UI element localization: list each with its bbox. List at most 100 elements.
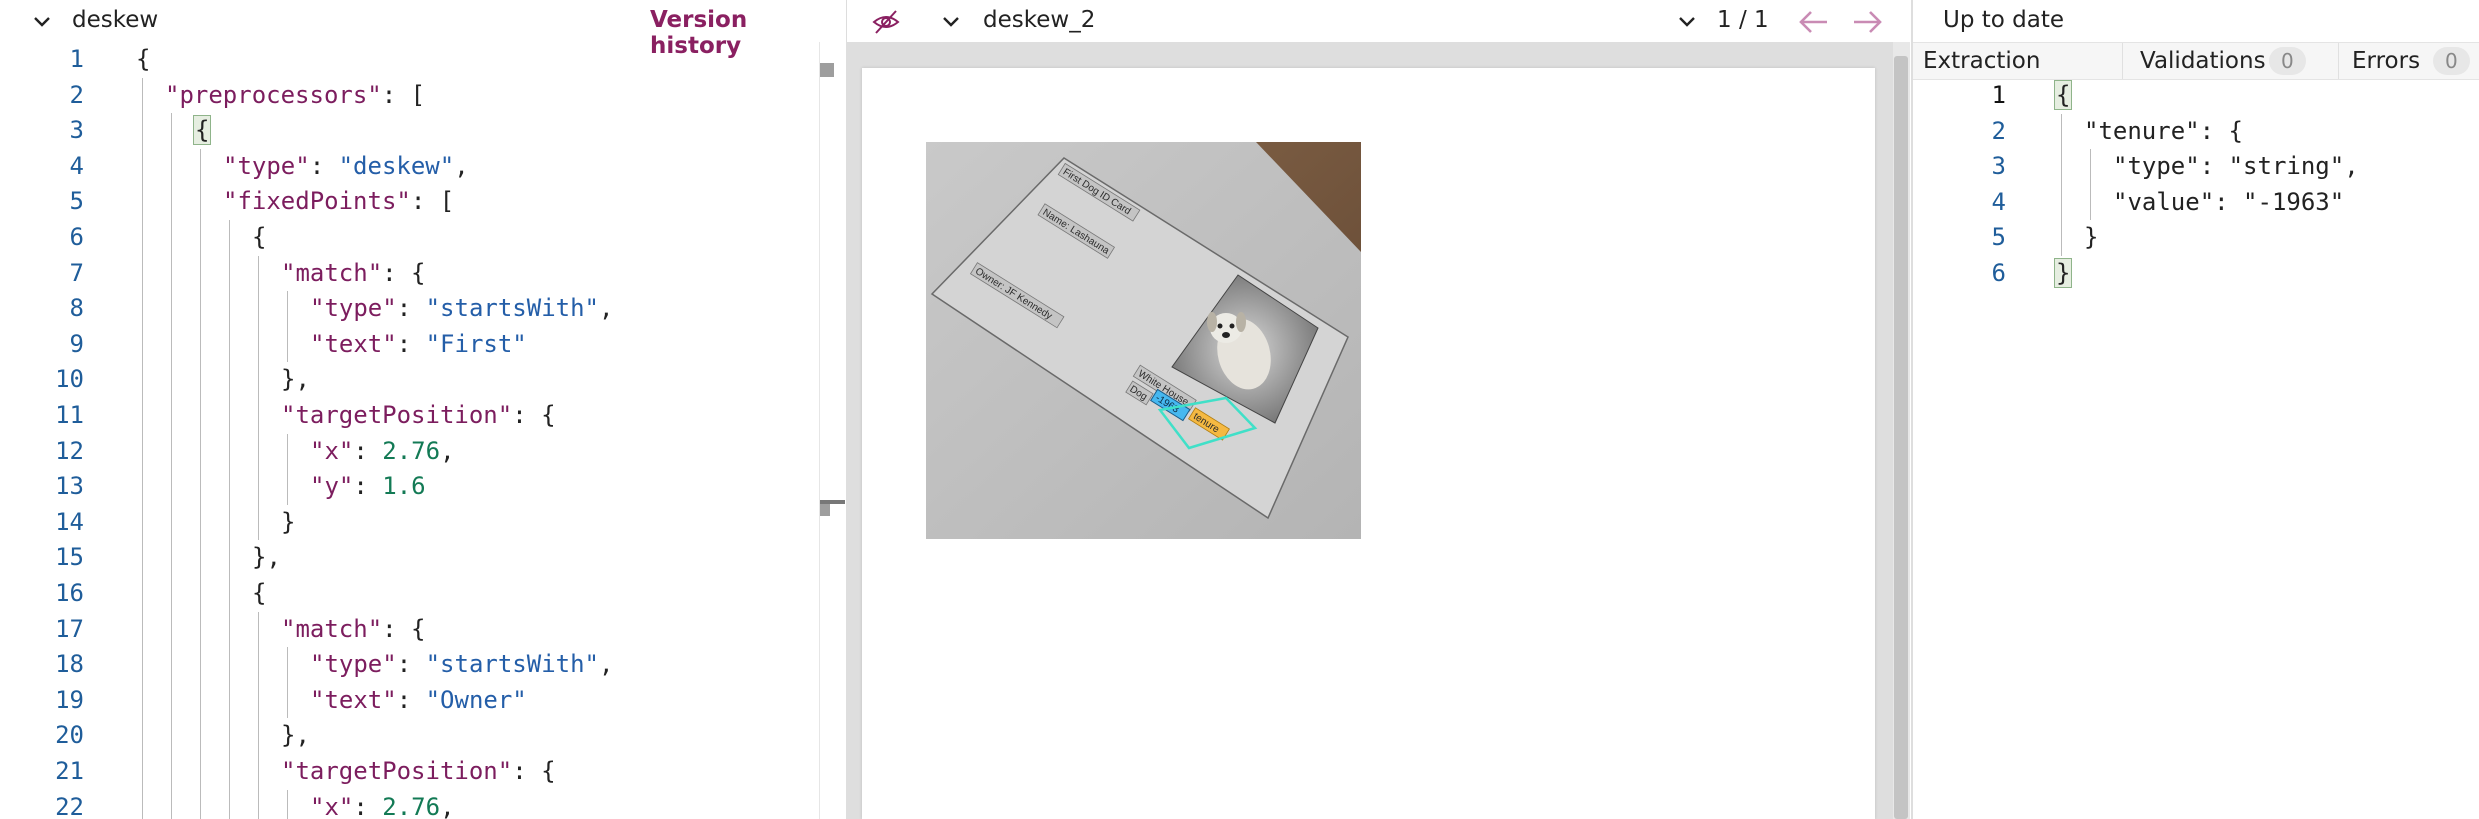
line-number: 3: [69, 116, 84, 145]
indent-guide: [287, 469, 288, 505]
results-tabs: Extraction Validations 0 Errors 0: [1913, 42, 2479, 80]
code-token: "y": [310, 472, 354, 501]
code-text: {: [192, 113, 212, 149]
indent-guide: [142, 718, 143, 754]
indent-guide: [171, 682, 172, 719]
indent-guide: [142, 291, 143, 327]
line-number: 13: [55, 472, 84, 501]
code-token: "startsWith": [425, 294, 599, 323]
indent-guide: [229, 576, 230, 612]
code-line: 17 "match": {: [0, 611, 820, 648]
document-page: First Dog ID Card Name: Lashauna Owner: …: [862, 68, 1875, 819]
tab-extraction[interactable]: Extraction: [1923, 43, 2040, 79]
chevron-down-icon[interactable]: [30, 10, 54, 34]
code-line: 12 "x": 2.76,: [0, 433, 820, 470]
code-token: ,: [599, 650, 614, 679]
code-token: :: [353, 436, 383, 465]
indent-guide: [258, 291, 259, 327]
code-line: 4 "type": "deskew",: [0, 148, 820, 185]
code-editor[interactable]: 1{2 "preprocessors": [3{4 "type": "deskew"…: [0, 42, 820, 819]
arrow-right-icon[interactable]: [1850, 8, 1884, 36]
code-token: : {: [512, 757, 556, 785]
code-text: "preprocessors": [: [165, 78, 425, 114]
indent-guide: [229, 362, 230, 398]
indent-guide: [229, 504, 230, 541]
code-token: "match": [281, 258, 383, 287]
indent-guide: [171, 113, 172, 149]
code-token: {: [192, 115, 212, 146]
document-image[interactable]: First Dog ID Card Name: Lashauna Owner: …: [926, 142, 1361, 539]
indent-guide: [229, 255, 230, 292]
indent-guide: [171, 647, 172, 683]
code-token: : {: [382, 614, 426, 643]
code-line: 6{: [0, 220, 820, 256]
code-token: :: [353, 472, 383, 501]
tab-errors[interactable]: Errors: [2352, 43, 2420, 79]
line-number: 2: [1991, 116, 2006, 145]
line-number: 14: [55, 507, 84, 536]
code-text: {: [136, 42, 150, 78]
indent-guide: [287, 682, 288, 719]
code-text: },: [252, 540, 281, 576]
indent-guide: [200, 718, 201, 754]
line-number: 16: [55, 579, 84, 607]
code-token: {: [252, 579, 267, 607]
indent-guide: [171, 184, 172, 220]
code-line: 15},: [0, 540, 820, 576]
code-line: 2 "tenure": {: [1913, 113, 2479, 150]
preview-scrollbar-thumb[interactable]: [1894, 56, 1908, 819]
indent-guide: [287, 433, 288, 470]
code-token: "startsWith": [425, 650, 599, 679]
chevron-down-icon[interactable]: [1675, 10, 1699, 34]
indent-guide: [229, 754, 230, 790]
code-text: "tenure": {: [2084, 114, 2243, 150]
tab-validations[interactable]: Validations: [2140, 43, 2266, 79]
code-text: "targetPosition": {: [281, 398, 556, 434]
indent-guide: [258, 326, 259, 363]
indent-guide: [258, 754, 259, 790]
code-token: },: [281, 721, 310, 750]
indent-guide: [142, 789, 143, 819]
indent-guide: [142, 504, 143, 541]
indent-guide: [287, 789, 288, 819]
indent-guide: [142, 576, 143, 612]
line-number: 22: [55, 792, 84, 819]
code-token: "targetPosition": [281, 757, 513, 785]
indent-guide: [142, 433, 143, 470]
indent-guide: [171, 789, 172, 819]
indent-guide: [200, 398, 201, 434]
eye-off-icon[interactable]: [871, 8, 901, 36]
indent-guide: [142, 611, 143, 648]
code-token: }: [2084, 223, 2099, 252]
indent-guide: [258, 398, 259, 434]
code-text: {: [2053, 78, 2073, 114]
extraction-output-viewer[interactable]: 1{2 "tenure": {3 "type": "string", 4 "value"…: [1913, 78, 2479, 819]
arrow-left-icon[interactable]: [1797, 8, 1831, 36]
code-line: 21 "targetPosition": {: [0, 754, 820, 790]
indent-guide: [171, 611, 172, 648]
indent-guide: [200, 433, 201, 470]
line-number: 11: [55, 401, 84, 429]
code-token: "preprocessors": [165, 80, 382, 109]
indent-guide: [229, 291, 230, 327]
line-number: 7: [69, 258, 84, 287]
line-number: 15: [55, 543, 84, 572]
line-number: 6: [69, 223, 84, 251]
indent-guide: [171, 718, 172, 754]
preview-canvas[interactable]: First Dog ID Card Name: Lashauna Owner: …: [846, 42, 1910, 819]
code-text: }: [281, 505, 295, 541]
code-token: {: [2053, 80, 2073, 110]
indent-guide: [229, 469, 230, 505]
indent-guide: [229, 540, 230, 576]
line-number: 5: [1991, 223, 2006, 252]
indent-guide: [2061, 149, 2062, 185]
validations-count-badge: 0: [2269, 47, 2306, 75]
code-token: 2.76: [382, 792, 441, 819]
indent-guide: [171, 291, 172, 327]
line-number: 2: [69, 80, 84, 109]
chevron-down-icon[interactable]: [939, 10, 963, 34]
code-text: }: [2084, 220, 2098, 256]
editor-scrollbar[interactable]: [819, 42, 845, 819]
code-token: : [: [410, 187, 455, 216]
code-text: "type": "string",: [2113, 149, 2359, 185]
